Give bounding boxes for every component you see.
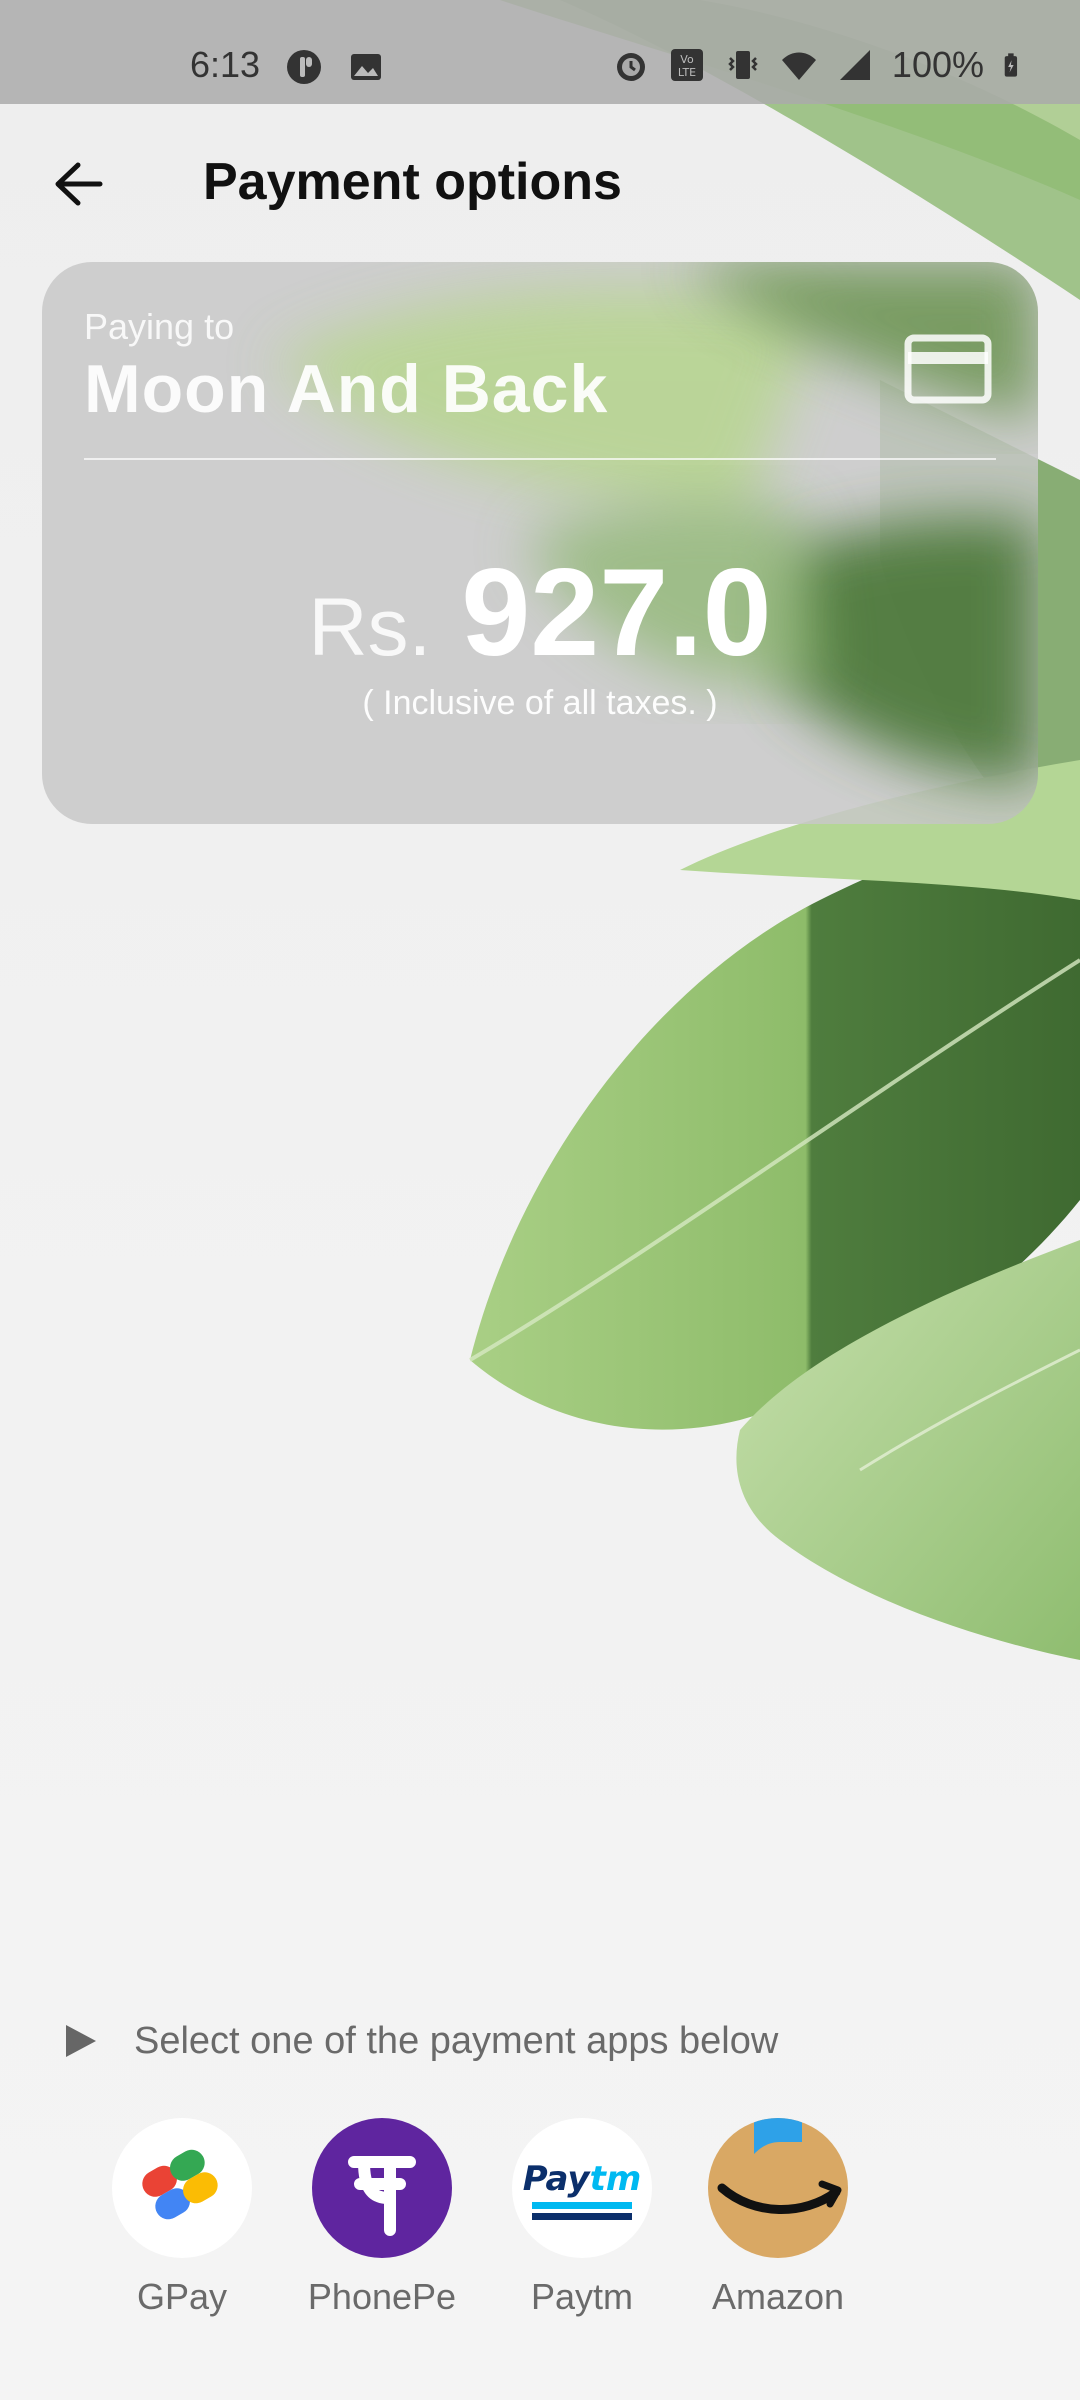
battery-percentage: 100%	[891, 44, 984, 85]
play-icon	[66, 2025, 96, 2057]
app-label-amazon: Amazon	[711, 2276, 845, 2317]
paytm-logo-graphic: Paytm	[523, 2159, 642, 2220]
gpay-logo	[112, 2118, 252, 2258]
page-title: Payment options	[203, 153, 622, 211]
svg-text:LTE: LTE	[678, 66, 696, 79]
app-paytm[interactable]: Paytm Paytm	[482, 2118, 682, 2318]
paying-to-label: Paying to	[84, 306, 235, 347]
battery-charging-icon	[1004, 53, 1018, 77]
vibrate-icon	[728, 51, 758, 79]
back-button[interactable]	[40, 146, 116, 222]
alarm-icon	[616, 53, 645, 81]
payment-apps-row: GPay PhonePe Paytm Paytm Amazon	[0, 2118, 1080, 2338]
amazon-logo	[708, 2118, 848, 2258]
status-right-icons: Vo LTE 100%	[612, 44, 1028, 86]
gpay-logo-graphic	[142, 2149, 218, 2220]
svg-text:Paytm: Paytm	[523, 2159, 642, 2199]
app-phonepe[interactable]: PhonePe	[282, 2118, 482, 2318]
status-left-icons	[285, 48, 385, 86]
signal-icon	[839, 50, 870, 80]
status-time: 6:13	[190, 44, 261, 85]
app-amazon[interactable]: Amazon	[678, 2118, 878, 2318]
app-bar: Payment options	[0, 104, 1080, 264]
credit-card-icon	[904, 334, 992, 404]
merchant-name: Moon And Back	[84, 351, 609, 427]
app-gpay[interactable]: GPay	[82, 2118, 282, 2318]
app-label-gpay: GPay	[136, 2276, 228, 2317]
paytm-logo: Paytm	[512, 2118, 652, 2258]
pill-icon	[287, 50, 321, 84]
currency-label: Rs.	[308, 582, 432, 673]
select-payment-prompt: Select one of the payment apps below	[60, 2016, 1020, 2066]
status-bar: 6:13 Vo LTE 100%	[0, 0, 1080, 104]
app-label-phonepe: PhonePe	[307, 2276, 457, 2317]
card-divider	[84, 458, 996, 460]
amount-value: 927.0	[461, 544, 772, 682]
amazon-logo-graphic	[717, 2118, 842, 2214]
select-prompt-text: Select one of the payment apps below	[134, 2019, 779, 2062]
amount-row: Rs. 927.0	[42, 542, 1038, 684]
wifi-icon	[781, 52, 816, 80]
tax-note: ( Inclusive of all taxes. )	[362, 684, 718, 722]
payment-summary-card: Paying to Moon And Back Rs. 927.0 ( Inclu…	[42, 262, 1038, 824]
phonepe-logo-graphic	[348, 2156, 416, 2236]
svg-text:Vo: Vo	[680, 53, 694, 66]
arrow-left-icon	[55, 162, 103, 206]
phonepe-logo	[312, 2118, 452, 2258]
volte-icon: VoLTE	[670, 49, 703, 81]
image-icon	[351, 54, 381, 80]
app-label-paytm: Paytm	[530, 2276, 634, 2317]
